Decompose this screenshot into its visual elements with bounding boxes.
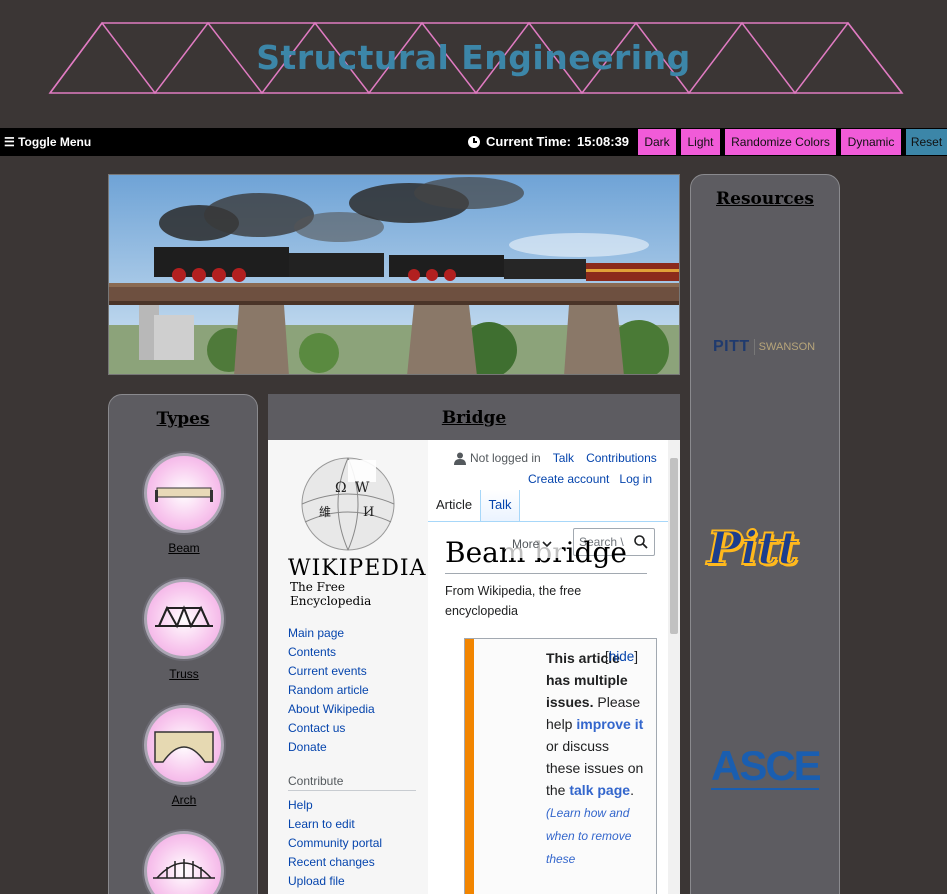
- nav-about-wikipedia[interactable]: About Wikipedia: [288, 700, 375, 719]
- resources-panel: Resources PITT SWANSON Pitt ASCE: [690, 174, 840, 894]
- types-heading: Types: [156, 409, 210, 429]
- notice-text: This article has multiple issues. Please…: [546, 650, 644, 866]
- article-tagline: From Wikipedia, the free encyclopedia: [445, 584, 582, 618]
- randomize-colors-button[interactable]: Randomize Colors: [725, 129, 836, 155]
- nav-donate[interactable]: Donate: [288, 738, 375, 757]
- toggle-menu-button[interactable]: ☰ Toggle Menu: [4, 135, 91, 149]
- types-panel: Types Beam Truss Arch: [108, 394, 258, 894]
- nav-contents[interactable]: Contents: [288, 643, 375, 662]
- wiki-user-links: Not logged in Talk Contributions: [454, 451, 657, 465]
- wikipedia-globe-logo: Ω W 維 И: [301, 457, 395, 551]
- nav-learn-to-edit[interactable]: Learn to edit: [288, 815, 382, 834]
- nav-community-portal[interactable]: Community portal: [288, 834, 382, 853]
- nav-help[interactable]: Help: [288, 796, 382, 815]
- wiki-content: Not logged in Talk Contributions Create …: [428, 440, 668, 894]
- svg-text:Ω: Ω: [335, 480, 347, 496]
- user-icon: [454, 452, 466, 465]
- tab-article[interactable]: Article: [428, 490, 480, 522]
- not-logged-in-text: Not logged in: [470, 451, 541, 465]
- type-item-truss[interactable]: Truss: [109, 579, 259, 681]
- wiki-scrollbar-thumb[interactable]: [670, 458, 678, 634]
- more-label[interactable]: More: [512, 537, 539, 551]
- more-menu[interactable]: More: [506, 530, 562, 558]
- hide-link[interactable]: hide: [609, 649, 635, 664]
- nav-main-page[interactable]: Main page: [288, 624, 375, 643]
- nav-recent-changes[interactable]: Recent changes: [288, 853, 382, 872]
- asce-logo[interactable]: ASCE: [711, 745, 823, 795]
- pitt-swanson-logo-swanson: SWANSON: [758, 341, 816, 353]
- issues-notice-box: This article has multiple issues. Please…: [464, 638, 657, 894]
- create-account-link[interactable]: Create account: [528, 472, 609, 486]
- bridge-heading: Bridge: [441, 408, 507, 428]
- login-link[interactable]: Log in: [619, 472, 652, 486]
- tied-arch-bridge-icon[interactable]: [144, 831, 224, 894]
- nav-current-events[interactable]: Current events: [288, 662, 375, 681]
- asce-wordmark: ASCE: [711, 742, 822, 789]
- site-title: Structural Engineering: [256, 38, 691, 77]
- resources-heading: Resources: [716, 189, 814, 209]
- learn-remove-link[interactable]: (Learn how and when to remove these: [546, 806, 631, 866]
- svg-text:W: W: [355, 480, 370, 496]
- time-value: 15:08:39: [577, 134, 630, 149]
- svg-text:維: 維: [319, 505, 331, 519]
- wiki-account-links: Create account Log in: [528, 472, 652, 486]
- nav-random-article[interactable]: Random article: [288, 681, 375, 700]
- improve-link[interactable]: improve it: [576, 716, 643, 732]
- hide-toggle[interactable]: [hide]: [605, 649, 638, 664]
- search-icon[interactable]: [634, 535, 648, 549]
- nav-contact-us[interactable]: Contact us: [288, 719, 375, 738]
- wikipedia-tagline: The Free Encyclopedia: [290, 580, 372, 608]
- type-label-truss[interactable]: Truss: [109, 667, 259, 681]
- contributions-link[interactable]: Contributions: [586, 451, 657, 465]
- wiki-sidebar: Ω W 維 И WIKIPEDIA The Free Encyclopedia …: [268, 440, 428, 894]
- notice-stripe: [465, 639, 474, 894]
- pitt-swanson-logo[interactable]: PITT SWANSON: [713, 337, 821, 357]
- wiki-contribute-nav: Help Learn to edit Community portal Rece…: [288, 796, 382, 891]
- site-header: Structural Engineering: [0, 0, 947, 128]
- chevron-down-icon[interactable]: [542, 540, 552, 548]
- clock-icon: [468, 135, 480, 148]
- nav-upload-file[interactable]: Upload file: [288, 872, 382, 891]
- wiki-scrollbar[interactable]: [668, 440, 680, 894]
- time-label: Current Time:: [486, 134, 571, 149]
- talk-page-link[interactable]: talk page: [569, 782, 630, 798]
- pitt-script-wordmark: Pitt: [706, 520, 800, 576]
- type-item-beam[interactable]: Beam: [109, 453, 259, 555]
- reset-button[interactable]: Reset: [906, 129, 947, 155]
- user-talk-link[interactable]: Talk: [553, 451, 574, 465]
- dark-theme-button[interactable]: Dark: [638, 129, 676, 155]
- type-label-arch[interactable]: Arch: [109, 793, 259, 807]
- pitt-script-logo[interactable]: Pitt: [706, 520, 825, 591]
- top-toolbar: ☰ Toggle Menu Current Time: 15:08:39 Dar…: [0, 128, 947, 156]
- beam-bridge-icon[interactable]: [144, 453, 224, 533]
- title-underline: [445, 573, 647, 574]
- wikipedia-embed[interactable]: Ω W 維 И WIKIPEDIA The Free Encyclopedia …: [268, 440, 680, 894]
- tab-talk[interactable]: Talk: [480, 490, 520, 522]
- type-item-arch[interactable]: Arch: [109, 705, 259, 807]
- wiki-main-nav: Main page Contents Current events Random…: [288, 624, 375, 757]
- wikipedia-wordmark: WIKIPEDIA: [288, 556, 427, 581]
- contribute-heading: Contribute: [288, 774, 416, 791]
- hero-train-bridge-image: [108, 174, 680, 375]
- arch-bridge-icon[interactable]: [144, 705, 224, 785]
- tabs-divider: [428, 521, 668, 522]
- current-time: Current Time: 15:08:39: [468, 134, 629, 149]
- type-item-tied-arch[interactable]: [109, 831, 259, 894]
- light-theme-button[interactable]: Light: [681, 129, 720, 155]
- type-label-beam[interactable]: Beam: [109, 541, 259, 555]
- truss-bridge-icon[interactable]: [144, 579, 224, 659]
- pitt-swanson-logo-pitt: PITT: [713, 338, 750, 355]
- svg-text:И: И: [363, 505, 374, 520]
- dynamic-button[interactable]: Dynamic: [841, 129, 901, 155]
